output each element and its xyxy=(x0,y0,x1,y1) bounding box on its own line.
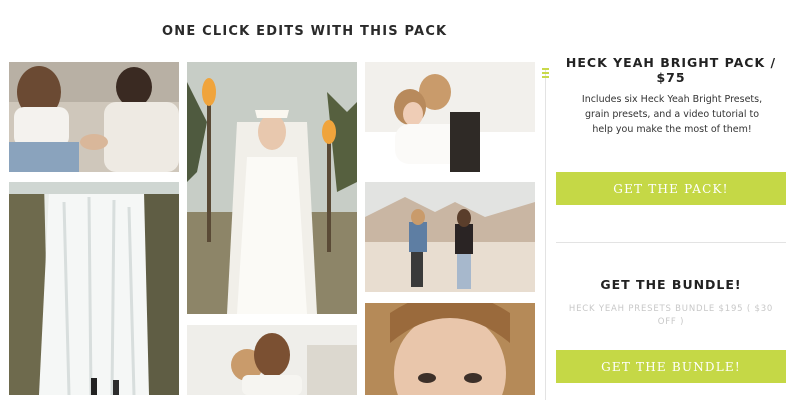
photo-couple-hugging-in-bed xyxy=(365,62,535,172)
get-the-bundle-button[interactable]: GET THE BUNDLE! xyxy=(556,350,786,383)
photo-bride-with-torches xyxy=(187,62,357,314)
photo-couple-holding-hands xyxy=(9,62,179,172)
bundle-price-text: HECK YEAH PRESETS BUNDLE $195 ( $30 OFF … xyxy=(568,304,774,327)
pack-description: Includes six Heck Yeah Bright Presets, g… xyxy=(581,94,763,135)
section-divider xyxy=(556,242,786,243)
bundle-title: GET THE BUNDLE! xyxy=(600,277,742,292)
photo-couple-walking-beach xyxy=(365,182,535,292)
scroll-handle[interactable] xyxy=(542,66,549,82)
photo-woman-portrait xyxy=(365,303,535,395)
get-the-pack-button[interactable]: GET THE PACK! xyxy=(556,172,786,205)
section-heading: ONE CLICK EDITS WITH THIS PACK xyxy=(162,24,448,39)
pack-title: HECK YEAH BRIGHT PACK / $75 xyxy=(565,55,777,85)
photo-waterfall-couple xyxy=(9,182,179,395)
photo-couple-kissing xyxy=(187,325,357,395)
column-divider xyxy=(545,70,546,400)
